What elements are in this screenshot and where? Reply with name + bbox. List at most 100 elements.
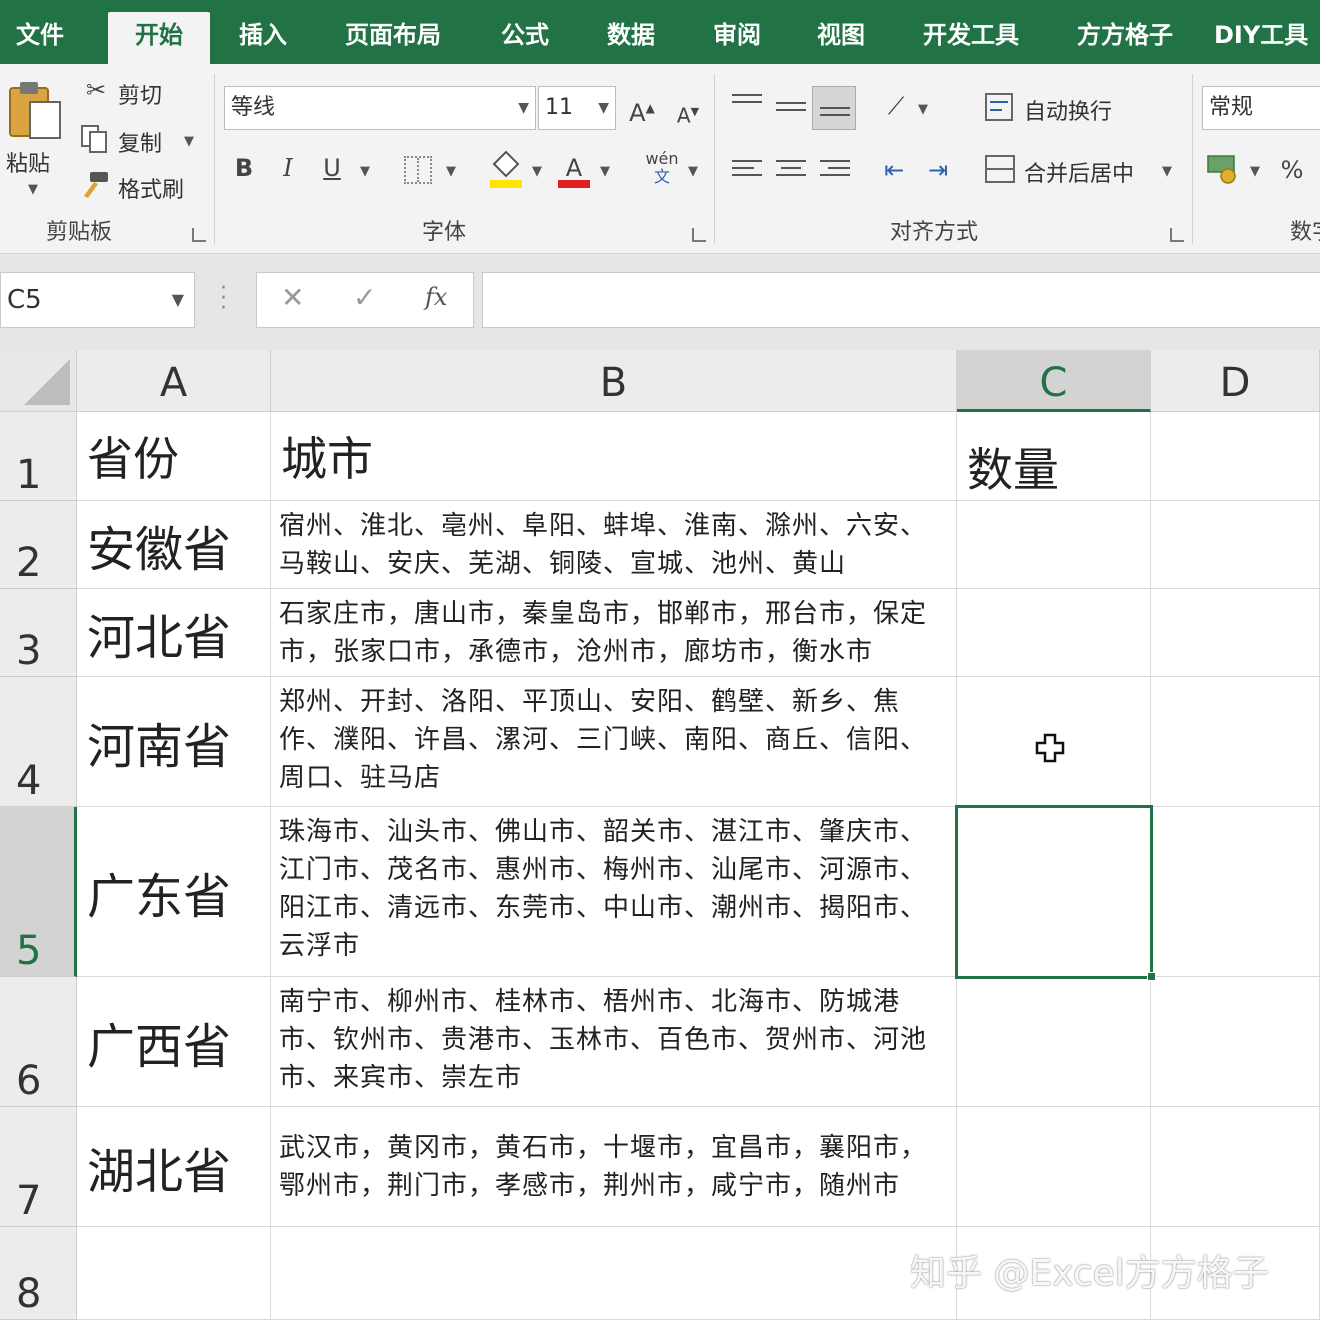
chevron-down-icon[interactable]: ▼: [172, 273, 184, 327]
font-color-button[interactable]: A: [556, 148, 592, 190]
row-header-3[interactable]: 3: [0, 589, 77, 677]
font-size-combo[interactable]: 11 ▼: [538, 86, 616, 130]
cell-b4[interactable]: 郑州、开封、洛阳、平顶山、安阳、鹤壁、新乡、焦作、濮阳、许昌、漯河、三门峡、南阳…: [271, 677, 957, 807]
cancel-icon[interactable]: ✕: [281, 281, 304, 314]
cell-b8[interactable]: [271, 1227, 957, 1320]
wrap-text-button[interactable]: 自动换行: [984, 90, 1164, 128]
fill-color-button[interactable]: [488, 150, 524, 190]
cell-a2[interactable]: 安徽省: [77, 501, 271, 589]
percent-button[interactable]: %: [1274, 150, 1310, 190]
row-header-1[interactable]: 1: [0, 412, 77, 501]
tab-review[interactable]: 审阅: [696, 0, 778, 64]
select-all-button[interactable]: [0, 350, 77, 412]
tab-data[interactable]: 数据: [590, 0, 672, 64]
cell-a5[interactable]: 广东省: [77, 807, 271, 977]
tab-home[interactable]: 开始: [108, 12, 210, 64]
cell-b7[interactable]: 武汉市，黄冈市，黄石市，十堰市，宜昌市，襄阳市，鄂州市，荆门市，孝感市，荆州市，…: [271, 1107, 957, 1227]
alignment-launcher-icon[interactable]: [1170, 228, 1184, 242]
tab-page-layout[interactable]: 页面布局: [330, 0, 456, 64]
cell-a8[interactable]: [77, 1227, 271, 1320]
cell-c6[interactable]: [957, 977, 1151, 1107]
row-header-4[interactable]: 4: [0, 677, 77, 807]
formula-input[interactable]: [482, 272, 1320, 328]
cell-d4[interactable]: [1151, 677, 1320, 807]
currency-dropdown-icon[interactable]: ▼: [1250, 164, 1260, 179]
tab-formulas[interactable]: 公式: [484, 0, 566, 64]
cell-b6[interactable]: 南宁市、柳州市、桂林市、梧州市、北海市、防城港市、钦州市、贵港市、玉林市、百色市…: [271, 977, 957, 1107]
bold-button[interactable]: B: [228, 148, 260, 188]
phonetic-button[interactable]: wén 文: [642, 150, 682, 190]
cell-a1[interactable]: 省份: [77, 412, 271, 501]
cell-c2[interactable]: [957, 501, 1151, 589]
cell-b2[interactable]: 宿州、淮北、亳州、阜阳、蚌埠、淮南、滁州、六安、马鞍山、安庆、芜湖、铜陵、宣城、…: [271, 501, 957, 589]
cell-d7[interactable]: [1151, 1107, 1320, 1227]
cell-c1[interactable]: 数量: [957, 412, 1151, 501]
align-middle-button[interactable]: [776, 102, 806, 126]
copy-dropdown-icon[interactable]: ▼: [184, 134, 194, 149]
borders-button[interactable]: [404, 156, 432, 184]
cell-a7[interactable]: 湖北省: [77, 1107, 271, 1227]
format-painter-button[interactable]: 格式刷: [80, 168, 200, 204]
font-color-dropdown-icon[interactable]: ▼: [600, 164, 610, 179]
align-left-button[interactable]: [732, 160, 762, 184]
row-header-8[interactable]: 8: [0, 1227, 77, 1320]
insert-function-icon[interactable]: fx: [425, 283, 447, 311]
tab-view[interactable]: 视图: [800, 0, 882, 64]
column-header-c[interactable]: C: [957, 350, 1151, 412]
tab-insert[interactable]: 插入: [222, 0, 304, 64]
underline-dropdown-icon[interactable]: ▼: [360, 164, 370, 179]
decrease-indent-button[interactable]: ⇤: [874, 150, 914, 190]
name-box[interactable]: C5 ▼: [0, 272, 195, 328]
borders-dropdown-icon[interactable]: ▼: [446, 164, 456, 179]
enter-icon[interactable]: ✓: [353, 281, 376, 314]
cell-a3[interactable]: 河北省: [77, 589, 271, 677]
font-name-combo[interactable]: 等线 ▼: [224, 86, 536, 130]
formula-bar-resize-handle[interactable]: · · ·: [220, 278, 227, 320]
number-format-combo[interactable]: 常规: [1202, 86, 1320, 130]
orientation-button[interactable]: ⟋: [876, 86, 916, 126]
italic-button[interactable]: I: [272, 148, 304, 188]
row-header-2[interactable]: 2: [0, 501, 77, 589]
paste-dropdown-icon[interactable]: ▼: [28, 182, 38, 197]
column-header-d[interactable]: D: [1151, 350, 1320, 412]
merge-center-button[interactable]: 合并后居中 ▼: [984, 152, 1184, 190]
cell-d3[interactable]: [1151, 589, 1320, 677]
tab-file[interactable]: 文件: [0, 0, 80, 64]
clipboard-launcher-icon[interactable]: [192, 228, 206, 242]
cell-d1[interactable]: [1151, 412, 1320, 501]
copy-button[interactable]: 复制 ▼: [80, 122, 200, 158]
increase-indent-button[interactable]: ⇥: [918, 150, 958, 190]
shrink-font-button[interactable]: A▼: [670, 92, 706, 136]
column-header-b[interactable]: B: [271, 350, 957, 412]
phonetic-dropdown-icon[interactable]: ▼: [688, 164, 698, 179]
align-center-button[interactable]: [776, 160, 806, 184]
cell-d5[interactable]: [1151, 807, 1320, 977]
tab-diy-tools[interactable]: DIY工具: [1214, 0, 1320, 64]
merge-dropdown-icon[interactable]: ▼: [1162, 164, 1172, 179]
cell-b3[interactable]: 石家庄市，唐山市，秦皇岛市，邯郸市，邢台市，保定市，张家口市，承德市，沧州市，廊…: [271, 589, 957, 677]
fill-handle[interactable]: [1147, 972, 1156, 981]
grow-font-button[interactable]: A▲: [624, 88, 660, 133]
cut-button[interactable]: ✂ 剪切: [80, 74, 180, 110]
cell-d6[interactable]: [1151, 977, 1320, 1107]
cell-a4[interactable]: 河南省: [77, 677, 271, 807]
paste-button[interactable]: 粘贴 ▼: [4, 80, 68, 206]
cell-c3[interactable]: [957, 589, 1151, 677]
row-header-5[interactable]: 5: [0, 807, 77, 977]
align-right-button[interactable]: [820, 160, 850, 184]
cell-b1[interactable]: 城市: [271, 412, 957, 501]
tab-developer[interactable]: 开发工具: [906, 0, 1036, 64]
row-header-7[interactable]: 7: [0, 1107, 77, 1227]
column-header-a[interactable]: A: [77, 350, 271, 412]
align-top-button[interactable]: [732, 94, 762, 118]
currency-button[interactable]: [1206, 152, 1242, 188]
underline-button[interactable]: U: [316, 148, 348, 188]
fill-color-dropdown-icon[interactable]: ▼: [532, 164, 542, 179]
tab-fangfanggezi[interactable]: 方方格子: [1060, 0, 1190, 64]
font-launcher-icon[interactable]: [692, 228, 706, 242]
row-header-6[interactable]: 6: [0, 977, 77, 1107]
cell-b5[interactable]: 珠海市、汕头市、佛山市、韶关市、湛江市、肇庆市、江门市、茂名市、惠州市、梅州市、…: [271, 807, 957, 977]
cell-d2[interactable]: [1151, 501, 1320, 589]
orientation-dropdown-icon[interactable]: ▼: [918, 102, 928, 117]
align-bottom-button[interactable]: [812, 86, 856, 130]
